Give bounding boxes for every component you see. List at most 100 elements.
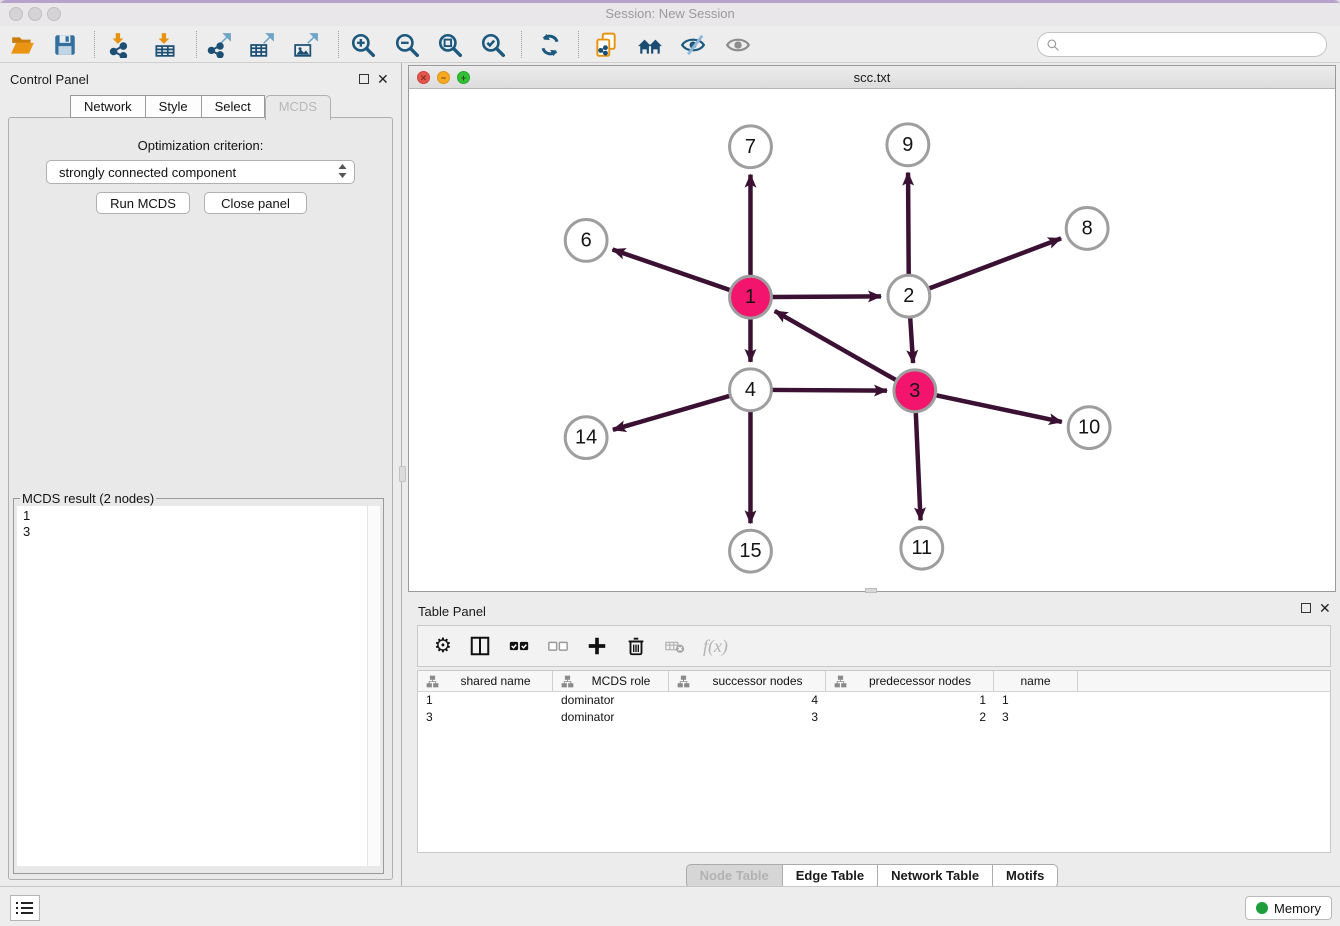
tab-node-table[interactable]: Node Table bbox=[686, 864, 783, 888]
export-image-icon[interactable] bbox=[291, 30, 321, 60]
tab-motifs[interactable]: Motifs bbox=[993, 864, 1058, 888]
search-input[interactable] bbox=[1060, 37, 1326, 52]
network-canvas[interactable]: 1234678910111415 bbox=[409, 89, 1335, 591]
refresh-icon[interactable] bbox=[535, 30, 565, 60]
column-type-icon bbox=[426, 675, 439, 688]
criterion-select[interactable]: strongly connected component bbox=[46, 160, 355, 184]
function-builder-icon[interactable]: f(x) bbox=[703, 636, 728, 657]
column-type-icon bbox=[834, 675, 847, 688]
run-mcds-button[interactable]: Run MCDS bbox=[96, 192, 190, 214]
graph-edge-4-14[interactable] bbox=[613, 396, 730, 430]
graph-edge-2-8[interactable] bbox=[929, 238, 1061, 288]
memory-status-icon bbox=[1256, 902, 1268, 914]
search-field[interactable] bbox=[1037, 32, 1327, 57]
node-table: shared name MCDS role successor nodes pr… bbox=[417, 670, 1331, 853]
import-network-icon[interactable] bbox=[104, 30, 134, 60]
graph-edge-3-1[interactable] bbox=[775, 311, 896, 380]
cell-shared-name[interactable]: 1 bbox=[418, 692, 553, 709]
cell-successor-nodes[interactable]: 3 bbox=[669, 709, 826, 726]
export-table-icon[interactable] bbox=[247, 30, 277, 60]
zoom-selected-icon[interactable] bbox=[478, 30, 508, 60]
close-panel-icon[interactable]: ✕ bbox=[377, 74, 389, 84]
toolbar-separator bbox=[521, 31, 522, 58]
result-scrollbar[interactable] bbox=[367, 506, 380, 866]
mcds-result-group: MCDS result (2 nodes) 1 3 bbox=[13, 491, 384, 874]
horizontal-splitter-handle[interactable] bbox=[865, 588, 877, 593]
cell-mcds-role[interactable]: dominator bbox=[553, 709, 669, 726]
add-column-icon[interactable] bbox=[586, 635, 608, 657]
first-neighbors-icon[interactable] bbox=[635, 30, 665, 60]
export-network-icon[interactable] bbox=[204, 30, 234, 60]
zoom-fit-icon[interactable] bbox=[435, 30, 465, 60]
graph-edge-1-6[interactable] bbox=[612, 250, 729, 291]
graph-edge-2-9[interactable] bbox=[908, 173, 909, 275]
float-panel-icon[interactable] bbox=[1301, 603, 1311, 613]
column-header-shared-name[interactable]: shared name bbox=[418, 671, 553, 691]
search-icon bbox=[1046, 38, 1060, 52]
cell-name[interactable]: 1 bbox=[994, 692, 1078, 709]
tab-network[interactable]: Network bbox=[70, 95, 146, 118]
zoom-in-icon[interactable] bbox=[348, 30, 378, 60]
select-all-checkboxes-icon[interactable] bbox=[508, 635, 530, 657]
cell-predecessor-nodes[interactable]: 1 bbox=[826, 692, 994, 709]
toolbar-separator bbox=[338, 31, 339, 58]
close-panel-button[interactable]: Close panel bbox=[204, 192, 307, 214]
tab-style[interactable]: Style bbox=[146, 95, 202, 118]
table-row[interactable]: 1 dominator 4 1 1 bbox=[418, 692, 1330, 709]
graph-node-label: 7 bbox=[745, 136, 756, 158]
delete-column-icon[interactable] bbox=[625, 635, 647, 657]
table-settings-icon[interactable]: ⚙ bbox=[434, 635, 452, 657]
cell-successor-nodes[interactable]: 4 bbox=[669, 692, 826, 709]
save-session-icon[interactable] bbox=[50, 30, 80, 60]
zoom-out-icon[interactable] bbox=[392, 30, 422, 60]
graph-node-label: 8 bbox=[1082, 217, 1093, 239]
hide-selected-icon[interactable] bbox=[678, 30, 708, 60]
graph-node-label: 9 bbox=[902, 134, 913, 156]
column-header-mcds-role[interactable]: MCDS role bbox=[553, 671, 669, 691]
window-titlebar: Session: New Session bbox=[0, 0, 1340, 26]
tab-edge-table[interactable]: Edge Table bbox=[783, 864, 878, 888]
status-bar: Memory bbox=[0, 886, 1340, 926]
window-title: Session: New Session bbox=[0, 6, 1340, 21]
table-panel-title: Table Panel bbox=[418, 604, 486, 619]
graph-node-label: 10 bbox=[1078, 417, 1100, 439]
delete-table-icon[interactable] bbox=[664, 635, 686, 657]
clone-network-icon[interactable] bbox=[591, 30, 621, 60]
table-tabs: Node Table Edge Table Network Table Moti… bbox=[408, 864, 1336, 888]
float-panel-icon[interactable] bbox=[359, 74, 369, 84]
graph-node-label: 3 bbox=[909, 380, 920, 402]
vertical-splitter-handle[interactable] bbox=[399, 466, 406, 482]
tab-mcds[interactable]: MCDS bbox=[265, 95, 331, 120]
column-header-predecessor-nodes[interactable]: predecessor nodes bbox=[826, 671, 994, 691]
cell-shared-name[interactable]: 3 bbox=[418, 709, 553, 726]
show-all-icon[interactable] bbox=[723, 30, 753, 60]
column-layout-icon[interactable] bbox=[469, 635, 491, 657]
tab-select[interactable]: Select bbox=[202, 95, 265, 118]
graph-edge-2-3[interactable] bbox=[910, 318, 913, 363]
tab-network-table[interactable]: Network Table bbox=[878, 864, 993, 888]
column-header-name[interactable]: name bbox=[994, 671, 1078, 691]
memory-button[interactable]: Memory bbox=[1245, 896, 1332, 920]
toolbar-separator bbox=[196, 31, 197, 58]
deselect-all-checkboxes-icon[interactable] bbox=[547, 635, 569, 657]
network-window-titlebar[interactable]: ✕ − + scc.txt bbox=[409, 66, 1335, 89]
graph-edge-4-3[interactable] bbox=[772, 390, 887, 391]
column-header-successor-nodes[interactable]: successor nodes bbox=[669, 671, 826, 691]
import-table-icon[interactable] bbox=[150, 30, 180, 60]
task-history-button[interactable] bbox=[10, 895, 40, 921]
table-row[interactable]: 3 dominator 3 2 3 bbox=[418, 709, 1330, 726]
optimization-criterion-label: Optimization criterion: bbox=[9, 138, 392, 153]
cell-mcds-role[interactable]: dominator bbox=[553, 692, 669, 709]
mcds-panel: Optimization criterion: strongly connect… bbox=[8, 117, 393, 880]
graph-edge-1-2[interactable] bbox=[772, 296, 881, 297]
cell-name[interactable]: 3 bbox=[994, 709, 1078, 726]
table-toolbar: ⚙ f(x) bbox=[417, 625, 1331, 667]
cell-predecessor-nodes[interactable]: 2 bbox=[826, 709, 994, 726]
graph-node-label: 2 bbox=[903, 285, 914, 307]
graph-edge-3-11[interactable] bbox=[916, 413, 921, 521]
mcds-result-list[interactable]: 1 3 bbox=[17, 506, 380, 866]
column-type-icon bbox=[677, 675, 690, 688]
graph-edge-3-10[interactable] bbox=[936, 395, 1062, 422]
close-panel-icon[interactable]: ✕ bbox=[1319, 603, 1331, 613]
open-session-icon[interactable] bbox=[8, 30, 38, 60]
